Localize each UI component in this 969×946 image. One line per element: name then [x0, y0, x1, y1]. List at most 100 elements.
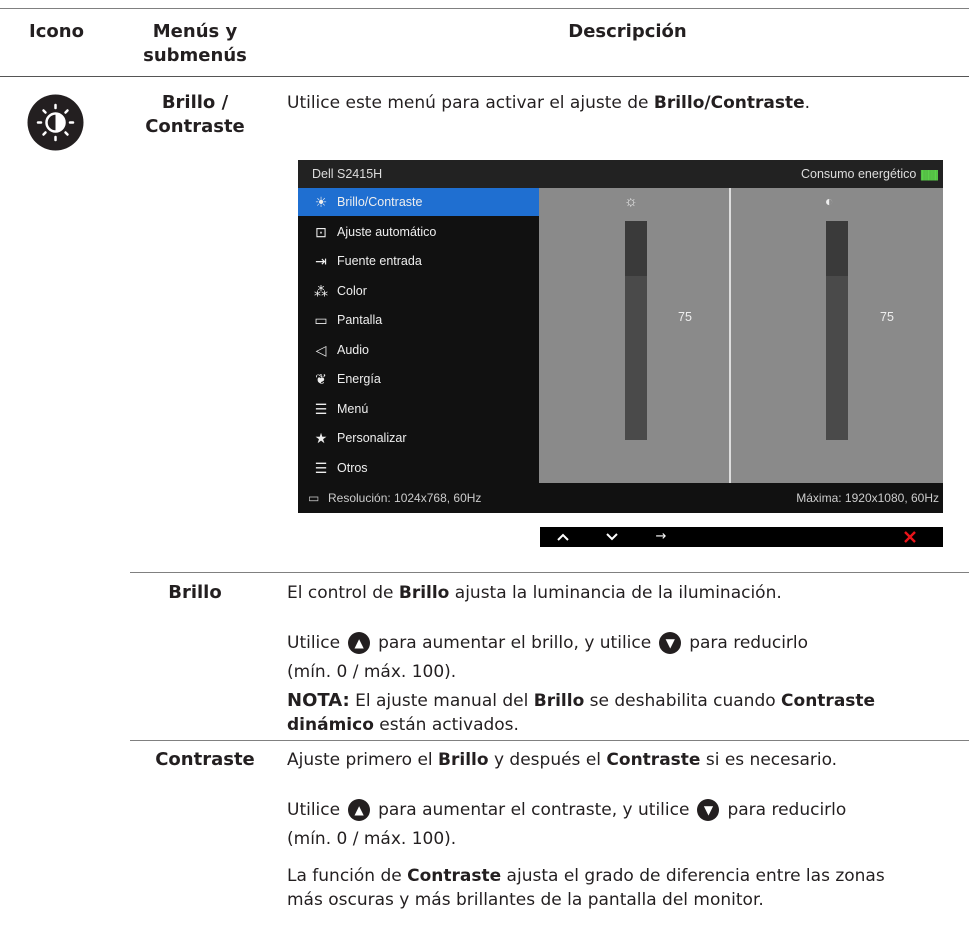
nav-down-button[interactable] — [597, 527, 627, 547]
submenu-brillo: Brillo — [168, 582, 222, 603]
note-text-5: dinámico — [287, 715, 374, 735]
contraste-utilice: Utilice — [287, 800, 341, 820]
menu-label-line2: Contraste — [145, 116, 245, 137]
osd-menu-item-label: Pantalla — [337, 313, 383, 327]
brightness-slider[interactable] — [625, 221, 647, 440]
menu-icon: ☰ — [314, 400, 328, 417]
osd-menu-item-label: Menú — [337, 401, 369, 416]
input-source-icon: ⇥ — [315, 253, 327, 269]
note-label: NOTA: — [287, 690, 350, 711]
note-text-2: Brillo — [533, 691, 585, 711]
intro-bold: Brillo/Contraste — [653, 93, 805, 113]
header-menus-line1: Menús y — [152, 21, 238, 42]
submenu-contraste: Contraste — [155, 749, 255, 770]
header-descripcion: Descripción — [568, 21, 687, 42]
contrast-slider[interactable] — [826, 221, 848, 440]
table-top-rule — [0, 8, 969, 9]
header-menus-line2: submenús — [143, 45, 247, 66]
contraste-row-rule — [130, 740, 969, 741]
header-icono: Icono — [29, 21, 84, 42]
osd-model: Dell S2415H — [312, 167, 383, 181]
nav-right-button[interactable]: → — [646, 527, 676, 547]
intro-text: Utilice este menú para activar el ajuste… — [287, 91, 810, 115]
contraste-line4: La función de Contraste ajusta el grado … — [287, 864, 885, 888]
note-text-3: se deshabilita cuando — [584, 691, 782, 711]
osd-energy: Consumo energético |||||||||||||||||||| — [801, 167, 939, 181]
contraste-line2: Utilice ▲ para aumentar el contraste, y ut… — [287, 798, 846, 822]
brightness-icon: ☀ — [314, 194, 328, 210]
contraste-line4-b: Contraste — [407, 866, 502, 886]
osd-menu-item-label: Color — [337, 283, 367, 298]
contraste-line1-d: Contraste — [606, 750, 701, 770]
osd-menu-item-label: Fuente entrada — [337, 254, 422, 268]
brillo-line1-bold: Brillo — [398, 583, 450, 603]
osd-menu-item[interactable]: ★ Personalizar — [298, 424, 539, 452]
osd-contrast-panel: ◐ 75 — [731, 188, 943, 483]
brillo-line1: El control de Brillo ajusta la luminanci… — [287, 581, 782, 605]
sun-icon: ☼ — [624, 193, 638, 210]
contrast-value: 75 — [880, 310, 894, 324]
brillo-line1-pre: El control de — [287, 583, 399, 603]
menu-label-line1: Brillo / — [161, 92, 229, 113]
osd-menu-item-label: Brillo/Contraste — [337, 195, 423, 209]
osd-menu-item-label: Audio — [337, 342, 369, 357]
contraste-line1-e: si es necesario. — [700, 750, 838, 770]
osd-menu-item[interactable]: ⊡ Ajuste automático — [298, 218, 539, 246]
osd-menu-item[interactable]: ⁂ Color — [298, 277, 539, 305]
osd-menu-item[interactable]: ☀ Brillo/Contraste — [298, 188, 539, 216]
contraste-line4-a: La función de — [287, 866, 408, 886]
auto-adjust-icon: ⊡ — [315, 223, 327, 240]
header-menus: Menús y submenús — [130, 20, 260, 68]
osd-menu-item[interactable]: ▭ Pantalla — [298, 306, 539, 334]
energy-icon: ❦ — [315, 371, 327, 387]
brillo-line3: (mín. 0 / máx. 100). — [287, 662, 457, 682]
brillo-note: NOTA: El ajuste manual del Brillo se des… — [287, 689, 967, 737]
osd-menu-item[interactable]: ☰ Menú — [298, 395, 539, 423]
osd-menu-item[interactable]: ❦ Energía — [298, 365, 539, 393]
contraste-line4-c: ajusta el grado de diferencia entre las … — [501, 866, 885, 886]
osd-title-bar: Dell S2415H Consumo energético |||||||||… — [298, 160, 943, 188]
intro-post: . — [804, 93, 811, 113]
osd-menu-item[interactable]: ◁ Audio — [298, 336, 539, 364]
osd-menu-item[interactable]: ☰ Otros — [298, 454, 539, 482]
osd-menu-item[interactable]: ⇥ Fuente entrada — [298, 247, 539, 275]
audio-icon: ◁ — [315, 341, 327, 358]
menu-label-brillo-contraste: Brillo / Contraste — [130, 91, 260, 139]
osd-energy-label: Consumo energético — [801, 167, 917, 181]
color-icon: ⁂ — [314, 282, 328, 299]
osd-energy-meter: |||||||||||||||||||| — [919, 169, 939, 181]
display-icon: ▭ — [314, 312, 328, 328]
nav-up-button[interactable] — [548, 527, 578, 547]
brillo-line1-post: ajusta la luminancia de la iluminación. — [449, 583, 782, 603]
osd-menu-item-label: Personalizar — [337, 431, 407, 445]
note-text-4: Contraste — [781, 691, 876, 711]
nav-close-button[interactable] — [895, 527, 925, 547]
brightness-slider-fill — [625, 275, 647, 440]
osd-brightness-panel: ☼ 75 — [539, 188, 729, 483]
osd-menu-item-label: Otros — [337, 460, 368, 475]
contraste-line1-c: y después el — [488, 750, 607, 770]
osd-footer: ▭ Resolución: 1024x768, 60Hz Máxima: 192… — [298, 483, 943, 513]
osd-screenshot: Dell S2415H Consumo energético |||||||||… — [298, 160, 943, 513]
osd-menu-item-label: Ajuste automático — [337, 224, 437, 239]
contraste-line1-b: Brillo — [438, 750, 489, 770]
contraste-aumentar: para aumentar el contraste, y utilice — [378, 800, 690, 820]
intro-pre: Utilice este menú para activar el ajuste… — [287, 93, 654, 113]
header-rule — [0, 76, 969, 77]
down-arrow-icon: ▼ — [697, 799, 720, 821]
others-icon: ☰ — [314, 459, 328, 476]
brillo-line2: Utilice ▲ para aumentar el brillo, y utili… — [287, 631, 808, 655]
up-arrow-icon: ▲ — [348, 799, 371, 821]
star-icon: ★ — [314, 430, 328, 446]
osd-menu-item-label: Energía — [337, 372, 381, 386]
brillo-row-rule — [130, 572, 969, 573]
brightness-contrast-icon — [27, 94, 84, 151]
osd-resolution: Resolución: 1024x768, 60Hz — [328, 491, 482, 505]
note-text-6: están activados. — [373, 715, 519, 735]
brillo-aumentar: para aumentar el brillo, y utilice — [378, 633, 652, 653]
up-arrow-icon: ▲ — [348, 632, 371, 654]
contraste-line5: más oscuras y más brillantes de la panta… — [287, 890, 764, 910]
osd-nav-bar: → — [540, 527, 943, 547]
resolution-icon: ▭ — [308, 491, 320, 505]
contrast-slider-fill — [826, 275, 848, 440]
